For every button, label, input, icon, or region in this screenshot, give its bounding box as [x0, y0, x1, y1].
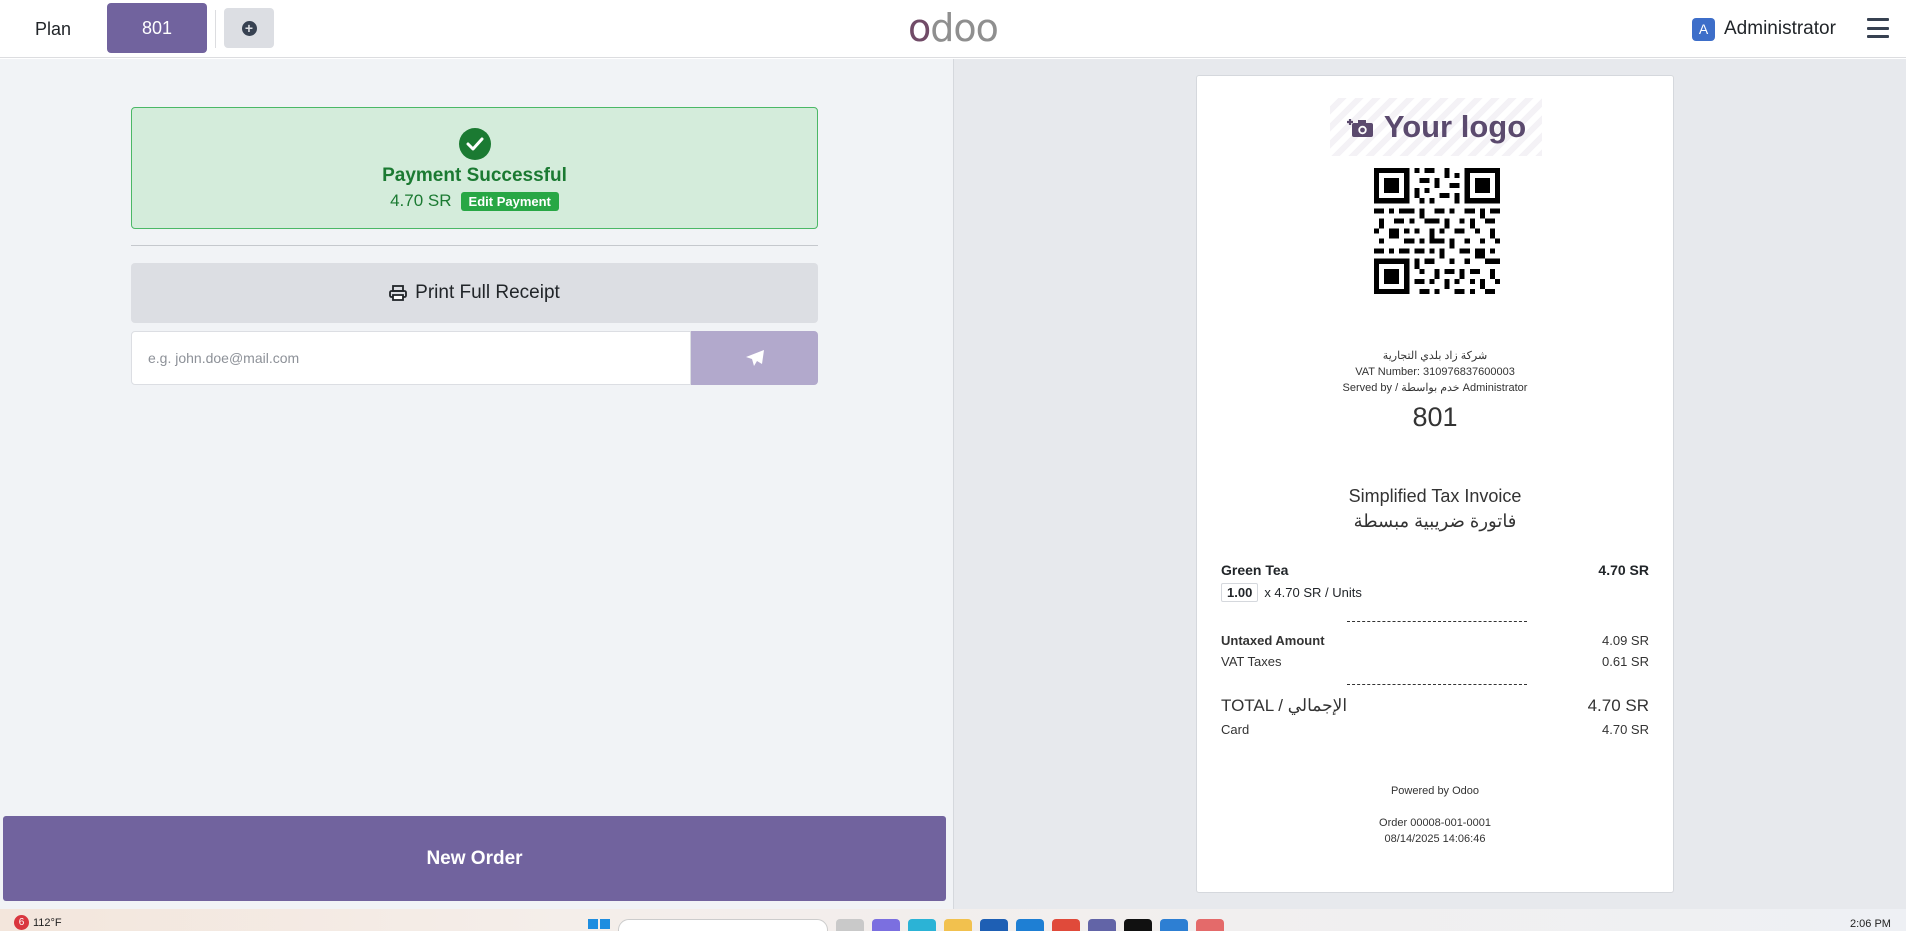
terminal-icon[interactable] — [1124, 919, 1152, 931]
qr-code — [1374, 168, 1500, 294]
paper-plane-icon — [745, 350, 764, 366]
order-datetime: 08/14/2025 14:06:46 — [1384, 833, 1486, 845]
company-name: شركة زاد بلدي التجارية — [1382, 350, 1488, 362]
logo-placeholder[interactable]: Your logo — [1330, 98, 1542, 156]
logo-text: Your logo — [1383, 109, 1527, 144]
printer-icon — [389, 285, 408, 301]
plan-button[interactable]: Plan — [14, 8, 92, 50]
store-icon[interactable] — [980, 919, 1008, 931]
chrome-icon[interactable] — [1052, 919, 1080, 931]
weather-widget[interactable]: 6 112°F — [14, 915, 62, 930]
file-explorer-icon[interactable] — [944, 919, 972, 931]
taskbar-search[interactable] — [618, 919, 828, 931]
edit-payment-button[interactable]: Edit Payment — [460, 191, 559, 211]
print-full-receipt-button[interactable]: Print Full Receipt — [131, 263, 818, 323]
payment-row: Card 4.70 SR — [1221, 722, 1649, 737]
camera-plus-icon — [1346, 119, 1373, 137]
taskbar-apps — [588, 919, 1224, 931]
receipt-order-number: 801 — [1412, 402, 1458, 432]
powered-by: Powered by Odoo — [1390, 785, 1480, 797]
vat-number: VAT Number: 310976837600003 — [1355, 366, 1515, 378]
receipt: Your logo شركة زاد بلدي التجارية VAT Num… — [1196, 75, 1674, 893]
nav-separator — [215, 10, 216, 48]
temperature: 112°F — [33, 916, 62, 929]
paid-amount: 4.70 SR — [390, 191, 452, 210]
total-row: TOTAL / الإجمالي 4.70 SR — [1221, 696, 1649, 715]
send-email-button[interactable] — [691, 331, 818, 385]
payment-success-banner: Payment Successful 4.70 SR Edit Payment — [131, 107, 818, 229]
payment-actions-panel: Payment Successful 4.70 SR Edit Payment … — [0, 59, 953, 909]
order-reference: Order 00008-001-0001 — [1379, 817, 1491, 829]
windows-start-icon[interactable] — [588, 919, 610, 931]
task-view-icon[interactable] — [836, 919, 864, 931]
user-name: Administrator — [1724, 18, 1836, 39]
order-tab-801[interactable]: 801 — [107, 3, 207, 53]
line-item-qty-row: 1.00 x 4.70 SR / Units — [1221, 583, 1362, 602]
dashed-separator — [1347, 621, 1527, 622]
plus-circle-icon: + — [241, 20, 257, 36]
avatar: A — [1692, 17, 1715, 41]
hamburger-menu-icon[interactable] — [1867, 18, 1889, 38]
check-circle-icon — [459, 128, 491, 160]
clock[interactable]: 2:06 PM — [1850, 918, 1891, 930]
invoice-title-ar: فاتورة ضريبية مبسطة — [1353, 511, 1517, 531]
odoo-logo: odoo — [908, 6, 999, 50]
copilot-icon[interactable] — [872, 919, 900, 931]
payment-success-title: Payment Successful — [382, 165, 567, 186]
untaxed-row: Untaxed Amount 4.09 SR — [1221, 633, 1649, 648]
teams-icon[interactable] — [1088, 919, 1116, 931]
vscode-icon[interactable] — [1160, 919, 1188, 931]
outlook-icon[interactable] — [1016, 919, 1044, 931]
new-order-button[interactable]: New Order — [3, 816, 946, 901]
notification-badge: 6 — [14, 915, 29, 930]
line-item-total: 4.70 SR — [1598, 562, 1649, 578]
company-info: شركة زاد بلدي التجارية VAT Number: 31097… — [1197, 348, 1673, 396]
top-navbar: Plan 801 + odoo A Administrator — [0, 0, 1906, 58]
receipt-preview-panel: Your logo شركة زاد بلدي التجارية VAT Num… — [954, 59, 1906, 909]
print-label: Print Full Receipt — [415, 282, 560, 303]
email-receipt-row — [131, 331, 818, 385]
windows-taskbar: 6 112°F 2:06 PM — [0, 909, 1906, 931]
invoice-title-en: Simplified Tax Invoice — [1348, 486, 1522, 506]
served-by: Served by / خدم بواسطة Administrator — [1342, 382, 1528, 394]
line-item-unit-price: x 4.70 SR / Units — [1264, 585, 1362, 600]
line-item-name: Green Tea — [1221, 562, 1289, 578]
email-input[interactable] — [131, 331, 691, 385]
vat-row: VAT Taxes 0.61 SR — [1221, 654, 1649, 669]
app-icon[interactable] — [1196, 919, 1224, 931]
divider — [131, 245, 818, 246]
add-order-button[interactable]: + — [224, 8, 274, 48]
dashed-separator — [1347, 684, 1527, 685]
line-item-qty: 1.00 — [1221, 583, 1259, 602]
user-menu[interactable]: A Administrator — [1692, 14, 1836, 44]
edge-icon[interactable] — [908, 919, 936, 931]
